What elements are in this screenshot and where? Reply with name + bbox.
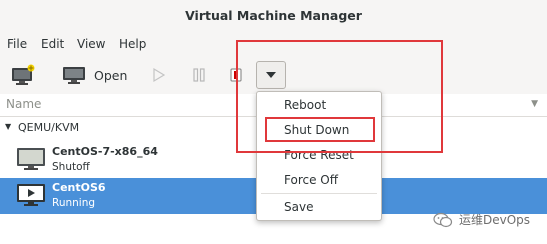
vm-name: CentOS6 (52, 181, 106, 194)
menu-view[interactable]: View (77, 37, 105, 51)
vm-shutoff-icon (17, 148, 45, 170)
pause-icon (193, 68, 205, 82)
vm-status: Shutoff (52, 161, 90, 173)
play-icon (153, 67, 166, 83)
chevron-down-icon[interactable]: ▼ (531, 99, 538, 109)
title-bar: Virtual Machine Manager (0, 0, 547, 33)
watermark-text: 运维DevOps (459, 213, 531, 227)
run-button[interactable] (152, 62, 166, 88)
vm-status: Running (52, 197, 96, 209)
open-button[interactable]: Open (62, 62, 127, 88)
menu-help[interactable]: Help (119, 37, 146, 51)
expander-arrow-icon[interactable]: ▼ (5, 122, 11, 131)
menu-file[interactable]: File (7, 37, 27, 51)
shut-down-highlight (265, 117, 375, 142)
menu-item-force-off[interactable]: Force Off (284, 173, 338, 187)
new-vm-button[interactable] (10, 62, 36, 88)
menu-edit[interactable]: Edit (41, 37, 64, 51)
vm-running-icon (17, 184, 45, 206)
column-name-label: Name (6, 97, 42, 111)
open-button-label: Open (94, 67, 128, 83)
new-vm-icon (12, 64, 35, 85)
wechat-icon (433, 212, 453, 227)
connection-label: QEMU/KVM (18, 121, 80, 134)
menu-item-save[interactable]: Save (284, 200, 313, 214)
monitor-icon (63, 67, 85, 84)
pause-button[interactable] (192, 62, 206, 88)
watermark: 运维DevOps (433, 211, 530, 228)
window-title: Virtual Machine Manager (185, 8, 362, 23)
menu-separator (261, 193, 377, 194)
vm-name: CentOS-7-x86_64 (52, 145, 158, 158)
